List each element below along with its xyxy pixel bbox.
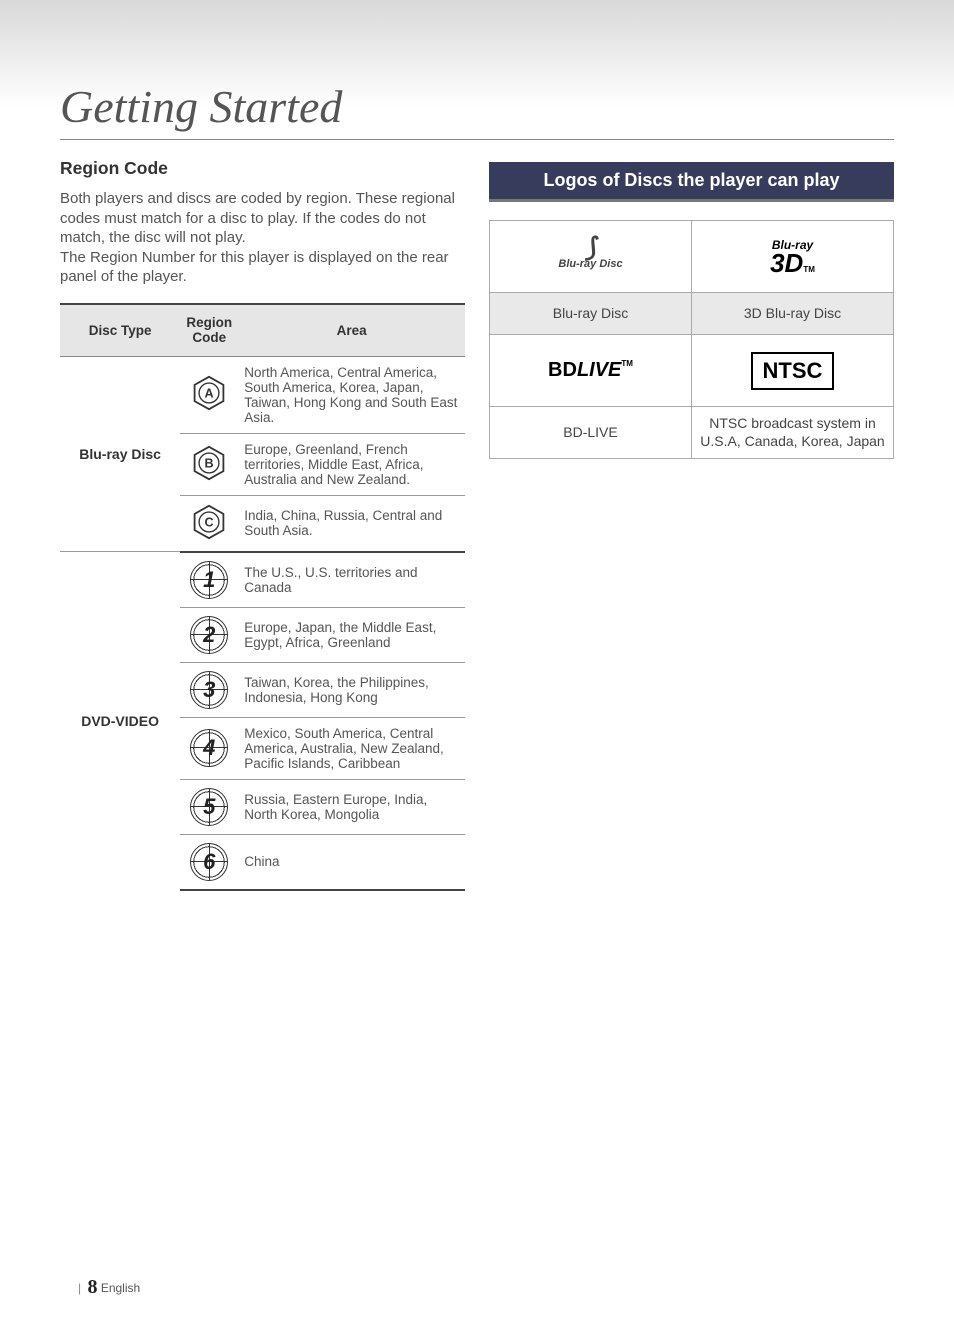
region-code-icon: 5: [180, 779, 238, 834]
bd-live-label: BD-LIVE: [490, 407, 692, 459]
svg-text:C: C: [205, 515, 214, 529]
logos-table: ⟆ Blu-ray Disc Blu-ray 3DTM Blu-ray Disc…: [489, 220, 894, 459]
divider: [60, 139, 894, 140]
bluray-disc-logo-icon: ⟆ Blu-ray Disc: [490, 221, 692, 293]
area-cell: Europe, Japan, the Middle East, Egypt, A…: [238, 607, 465, 662]
svg-text:B: B: [205, 456, 214, 470]
3d-bluray-disc-label: 3D Blu-ray Disc: [692, 293, 894, 335]
area-cell: North America, Central America, South Am…: [238, 356, 465, 433]
ntsc-label: NTSC broadcast system in U.S.A, Canada, …: [692, 407, 894, 459]
region-code-icon: 6: [180, 834, 238, 890]
th-disc-type: Disc Type: [60, 304, 180, 357]
page-footer: | 8 English: [78, 1276, 140, 1299]
bluray-disc-logo-text: Blu-ray Disc: [558, 258, 622, 270]
logos-heading: Logos of Discs the player can play: [489, 162, 894, 202]
region-code-icon: 4: [180, 717, 238, 779]
region-code-icon: A: [180, 356, 238, 433]
bluray-3d-logo-icon: Blu-ray 3DTM: [692, 221, 894, 293]
ntsc-logo-icon: NTSC: [692, 335, 894, 407]
bd-live-logo-icon: BDLIVETM: [490, 335, 692, 407]
page-number: 8: [87, 1276, 97, 1298]
disc-type-cell: DVD-VIDEO: [60, 552, 180, 890]
th-region-code: Region Code: [180, 304, 238, 357]
area-cell: The U.S., U.S. territories and Canada: [238, 552, 465, 608]
area-cell: Mexico, South America, Central America, …: [238, 717, 465, 779]
table-row: DVD-VIDEO1The U.S., U.S. territories and…: [60, 552, 465, 608]
disc-type-cell: Blu-ray Disc: [60, 356, 180, 552]
area-cell: Russia, Eastern Europe, India, North Kor…: [238, 779, 465, 834]
table-row: Blu-ray DiscANorth America, Central Amer…: [60, 356, 465, 433]
th-area: Area: [238, 304, 465, 357]
region-code-heading: Region Code: [60, 158, 465, 179]
region-code-icon: 3: [180, 662, 238, 717]
area-cell: Taiwan, Korea, the Philippines, Indonesi…: [238, 662, 465, 717]
region-code-icon: 2: [180, 607, 238, 662]
area-cell: Europe, Greenland, French territories, M…: [238, 433, 465, 495]
region-code-paragraph: Both players and discs are coded by regi…: [60, 189, 465, 287]
region-code-table: Disc Type Region Code Area Blu-ray DiscA…: [60, 303, 465, 891]
region-code-icon: C: [180, 495, 238, 552]
page-title: Getting Started: [60, 80, 894, 133]
region-code-icon: 1: [180, 552, 238, 608]
area-cell: India, China, Russia, Central and South …: [238, 495, 465, 552]
page-language: English: [101, 1281, 140, 1295]
region-code-icon: B: [180, 433, 238, 495]
area-cell: China: [238, 834, 465, 890]
bluray-disc-label: Blu-ray Disc: [490, 293, 692, 335]
svg-text:A: A: [205, 387, 214, 401]
